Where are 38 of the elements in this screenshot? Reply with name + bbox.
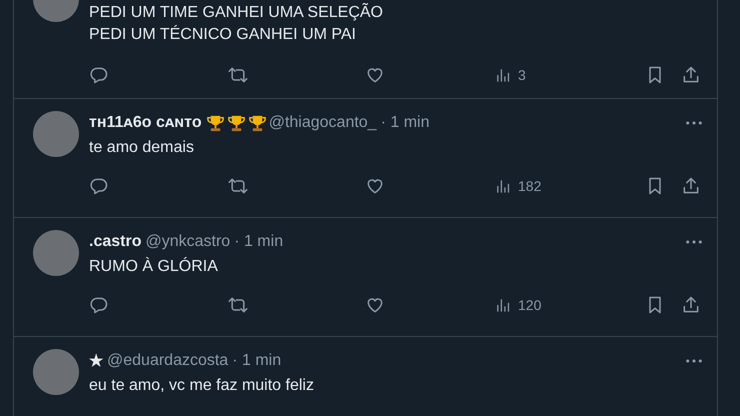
timestamp[interactable]: · 1 min (380, 114, 430, 132)
views-icon[interactable] (495, 178, 512, 194)
view-count: 3 (518, 67, 526, 83)
share-icon[interactable] (681, 65, 701, 85)
more-icon[interactable] (685, 239, 703, 245)
timestamp[interactable]: · 1 min (234, 233, 284, 251)
post-text: PEDI UM TIME GANHEI UMA SELEÇÃO (89, 2, 384, 23)
username[interactable]: @eduardazcosta (107, 352, 228, 370)
repost-icon[interactable] (228, 65, 248, 85)
post-text: te amo demais (89, 138, 195, 158)
reply-icon[interactable] (89, 176, 109, 196)
trophy-icon (226, 114, 246, 132)
username[interactable]: @ynkcastro (145, 233, 230, 251)
views-icon[interactable] (495, 296, 512, 314)
trophy-icon (248, 114, 267, 132)
display-name[interactable]: .castro (89, 233, 142, 251)
view-count: 182 (518, 178, 542, 194)
trophy-icon (206, 114, 225, 132)
username[interactable]: @thiagocanto_ (268, 114, 377, 132)
repost-icon[interactable] (228, 295, 248, 315)
more-icon[interactable] (685, 358, 703, 364)
post-text: eu te amo, vc me faz muito feliz (89, 376, 315, 396)
avatar[interactable] (33, 230, 79, 276)
display-name[interactable]: ᴛʜ11ᴀ6ᴏ ᴄᴀɴᴛᴏ (89, 114, 202, 132)
post-text: PEDI UM TÉCNICO GANHEI UM PAI (89, 24, 357, 45)
display-name[interactable]: ★ (89, 351, 103, 371)
reply-icon[interactable] (89, 65, 109, 85)
views-icon[interactable] (495, 66, 512, 84)
timestamp[interactable]: · 1 min (232, 352, 282, 370)
reply-icon[interactable] (89, 295, 109, 315)
more-icon[interactable] (685, 120, 703, 126)
avatar[interactable] (33, 349, 79, 395)
view-count: 120 (518, 297, 542, 313)
post-text: RUMO À GLÓRIA (89, 256, 219, 277)
repost-icon[interactable] (228, 176, 248, 196)
share-icon[interactable] (681, 176, 701, 196)
avatar[interactable] (33, 111, 79, 157)
share-icon[interactable] (681, 295, 701, 315)
